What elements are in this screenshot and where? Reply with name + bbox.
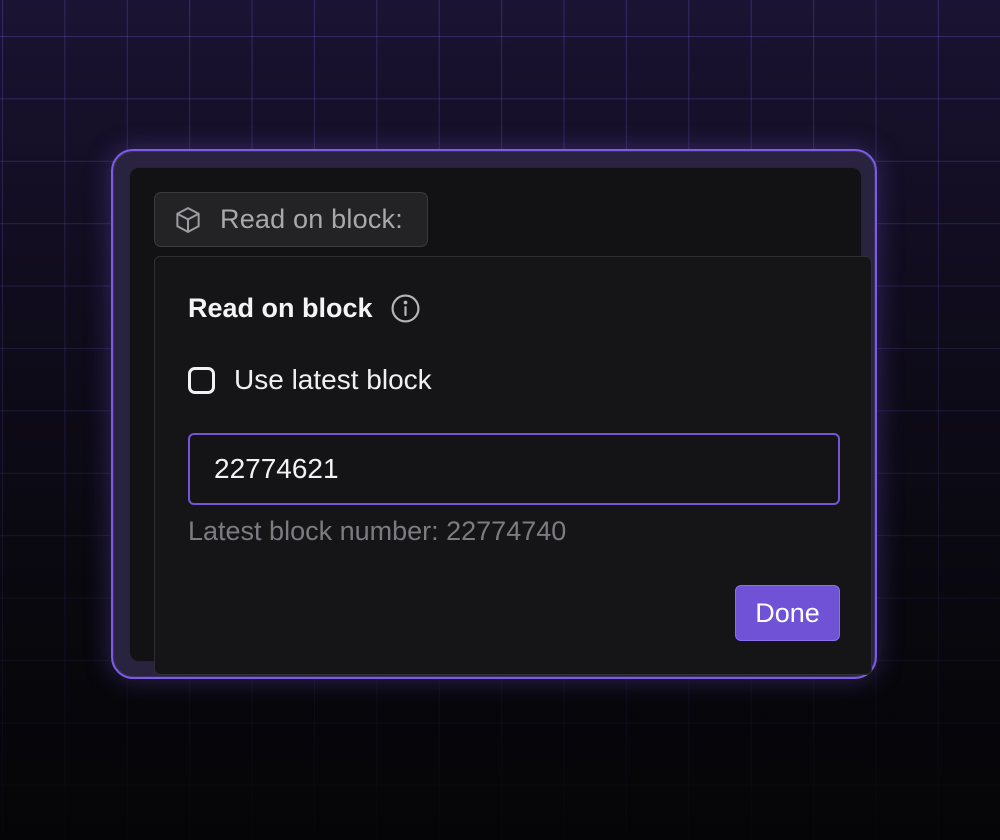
block-number-input[interactable] xyxy=(188,433,840,505)
cube-icon xyxy=(173,205,203,235)
trigger-label: Read on block: xyxy=(220,204,403,234)
info-icon[interactable] xyxy=(390,293,421,324)
done-button[interactable]: Done xyxy=(735,585,840,641)
latest-block-number-text: Latest block number: 22774740 xyxy=(188,516,567,546)
use-latest-block-label[interactable]: Use latest block xyxy=(234,364,432,396)
read-on-block-trigger[interactable]: Read on block: xyxy=(154,192,428,247)
read-on-block-popover: Read on block Use latest block Latest bl… xyxy=(154,256,872,675)
popover-title: Read on block xyxy=(188,293,373,323)
use-latest-block-checkbox[interactable] xyxy=(188,366,215,394)
widget-panel: Read on block: Read on block Use latest … xyxy=(129,167,872,675)
use-latest-block-option[interactable]: Use latest block xyxy=(188,364,432,396)
widget-frame: Read on block: Read on block Use latest … xyxy=(111,149,877,679)
popover-header: Read on block xyxy=(188,293,421,324)
